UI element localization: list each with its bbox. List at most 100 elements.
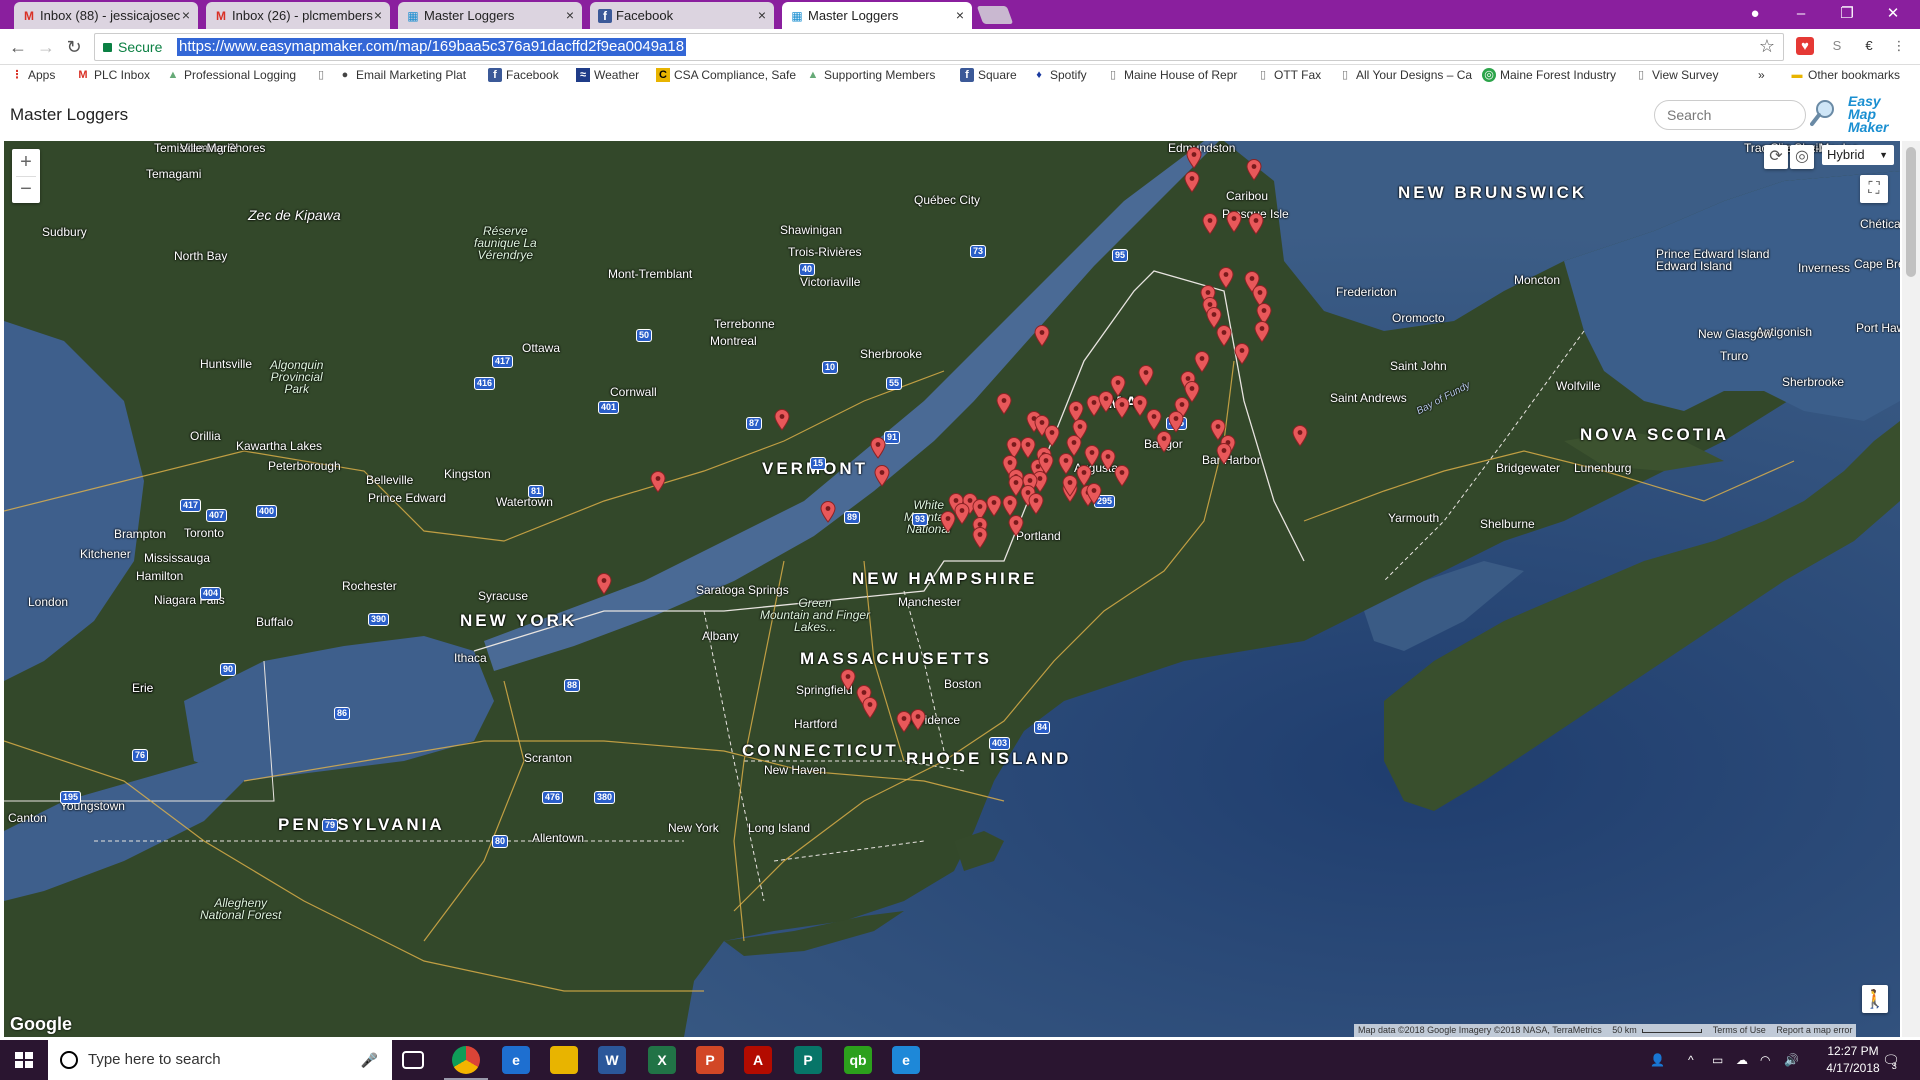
map-marker-icon[interactable] [1184, 171, 1200, 193]
map-marker-icon[interactable] [1248, 213, 1264, 235]
map-marker-icon[interactable] [910, 709, 926, 731]
chrome-menu-icon[interactable]: ⋮ [1890, 37, 1908, 55]
rotate-icon[interactable]: ⟳ [1764, 145, 1788, 169]
map-marker-icon[interactable] [996, 393, 1012, 415]
tab-facebook[interactable]: f Facebook × [590, 2, 774, 29]
map-marker-icon[interactable] [1156, 431, 1172, 453]
fullscreen-icon[interactable]: ⛶ [1860, 175, 1888, 203]
more-bookmarks-chevron[interactable]: » [1758, 68, 1765, 82]
bookmark-supporting-members[interactable]: ▲ Supporting Members [806, 68, 936, 82]
profile-icon[interactable]: ● [1732, 0, 1778, 29]
map-marker-icon[interactable] [1034, 325, 1050, 347]
map-marker-icon[interactable] [986, 495, 1002, 517]
powerpoint-icon[interactable]: P [696, 1046, 724, 1074]
map-marker-icon[interactable] [1226, 211, 1242, 233]
map-marker-icon[interactable] [940, 511, 956, 533]
map-marker-icon[interactable] [972, 527, 988, 549]
map-marker-icon[interactable] [650, 471, 666, 493]
excel-icon[interactable]: X [648, 1046, 676, 1074]
internet-explorer-icon[interactable]: e [892, 1046, 920, 1074]
tab-master-loggers-active[interactable]: ▦ Master Loggers × [782, 2, 972, 29]
map-marker-icon[interactable] [1254, 321, 1270, 343]
map-marker-icon[interactable] [1216, 325, 1232, 347]
extension-pocket-icon[interactable]: ♥ [1796, 37, 1814, 55]
map-marker-icon[interactable] [774, 409, 790, 431]
map-marker-icon[interactable] [840, 669, 856, 691]
file-explorer-icon[interactable] [550, 1046, 578, 1074]
bookmark-ott-fax[interactable]: ▯ OTT Fax [1256, 68, 1321, 82]
bookmark-email-marketing-plat[interactable]: ● Email Marketing Plat [338, 68, 466, 82]
map-marker-icon[interactable] [1234, 343, 1250, 365]
close-window-icon[interactable]: ✕ [1870, 0, 1916, 29]
map-marker-icon[interactable] [1114, 465, 1130, 487]
word-icon[interactable]: W [598, 1046, 626, 1074]
tab-inbox-jessica[interactable]: M Inbox (88) - jessicajosec × [14, 2, 198, 29]
publisher-icon[interactable]: P [794, 1046, 822, 1074]
map-marker-icon[interactable] [1028, 493, 1044, 515]
restore-icon[interactable]: ❐ [1824, 0, 1870, 29]
map-marker-icon[interactable] [1292, 425, 1308, 447]
close-tab-icon[interactable]: × [956, 2, 964, 29]
map-marker-icon[interactable] [1168, 411, 1184, 433]
map-marker-icon[interactable] [1202, 213, 1218, 235]
bookmark-maine-house-of-repr[interactable]: ▯ Maine House of Repr [1106, 68, 1237, 82]
address-bar[interactable]: Secure https://www.easymapmaker.com/map/… [94, 33, 1784, 61]
map-marker-icon[interactable] [1044, 425, 1060, 447]
map-marker-icon[interactable] [1218, 267, 1234, 289]
map-marker-icon[interactable] [954, 503, 970, 525]
url-text[interactable]: https://www.easymapmaker.com/map/169baa5… [177, 38, 687, 56]
zoom-in-button[interactable]: + [12, 149, 40, 176]
minimize-icon[interactable]: – [1778, 0, 1824, 29]
volume-icon[interactable]: 🔊 [1784, 1040, 1799, 1080]
chrome-icon[interactable] [444, 1046, 488, 1080]
bookmark-all-your-designs-ca[interactable]: ▯ All Your Designs – Ca [1338, 68, 1472, 82]
reload-icon[interactable]: ↻ [62, 35, 86, 59]
map-marker-icon[interactable] [1084, 445, 1100, 467]
taskbar-clock[interactable]: 12:27 PM 4/17/2018 [1818, 1043, 1888, 1077]
map-marker-icon[interactable] [1246, 159, 1262, 181]
map-marker-icon[interactable] [1062, 475, 1078, 497]
extension-skype-icon[interactable]: S [1828, 37, 1846, 55]
map-marker-icon[interactable] [596, 573, 612, 595]
scrollbar-thumb[interactable] [1906, 147, 1916, 277]
bookmark-professional-logging[interactable]: ▲ Professional Logging [166, 68, 297, 82]
bookmark-csa-compliance-safe[interactable]: C CSA Compliance, Safe [656, 68, 796, 82]
bookmark-weather[interactable]: ≈ Weather [576, 68, 639, 82]
easy-map-maker-logo[interactable]: Easy Map Maker [1848, 94, 1908, 134]
taskbar-search-input[interactable]: Type here to search 🎤 [48, 1040, 392, 1080]
close-tab-icon[interactable]: × [182, 2, 190, 29]
bookmark-spotify[interactable]: ♦ Spotify [1032, 68, 1087, 82]
page-scrollbar[interactable] [1902, 141, 1920, 1037]
onedrive-icon[interactable]: ☁ [1736, 1040, 1748, 1080]
bookmark-view-survey[interactable]: ▯ View Survey [1634, 68, 1719, 82]
forward-icon[interactable]: → [34, 35, 58, 59]
bookmark-apps[interactable]: ⋮ Apps [10, 68, 56, 82]
bookmark-star-icon[interactable]: ☆ [1759, 36, 1775, 57]
new-tab-button[interactable] [976, 6, 1014, 24]
windows-start-icon[interactable] [0, 1040, 48, 1080]
people-icon[interactable]: 👤 [1650, 1040, 1665, 1080]
map-marker-icon[interactable] [1020, 437, 1036, 459]
map-marker-icon[interactable] [820, 501, 836, 523]
map-marker-icon[interactable] [1138, 365, 1154, 387]
map-marker-icon[interactable] [1146, 409, 1162, 431]
bookmark-maine-forest-industry[interactable]: ◎ Maine Forest Industry [1482, 68, 1616, 82]
extension-evernote-icon[interactable]: € [1860, 37, 1878, 55]
map-marker-icon[interactable] [1114, 397, 1130, 419]
report-error-link[interactable]: Report a map error [1776, 1025, 1852, 1035]
acrobat-icon[interactable]: A [744, 1046, 772, 1074]
other-bookmarks-folder[interactable]: ▬ Other bookmarks [1790, 68, 1901, 82]
map-marker-icon[interactable] [1058, 453, 1074, 475]
action-center-icon[interactable]: 🗨3 [1882, 1040, 1905, 1080]
microphone-icon[interactable]: 🎤 [361, 1040, 378, 1080]
close-tab-icon[interactable]: × [566, 2, 574, 29]
map-marker-icon[interactable] [1216, 443, 1232, 465]
map-search-input[interactable] [1654, 100, 1806, 130]
close-tab-icon[interactable]: × [758, 2, 766, 29]
map-marker-icon[interactable] [870, 437, 886, 459]
map-marker-icon[interactable] [1002, 495, 1018, 517]
map-type-select[interactable]: Hybrid ▼ [1822, 145, 1894, 165]
secure-indicator[interactable]: Secure [103, 34, 162, 60]
bookmark-facebook[interactable]: f Facebook [488, 68, 559, 82]
map-canvas[interactable]: Zec de Kipawa Réserve faunique La Vérend… [4, 141, 1900, 1037]
